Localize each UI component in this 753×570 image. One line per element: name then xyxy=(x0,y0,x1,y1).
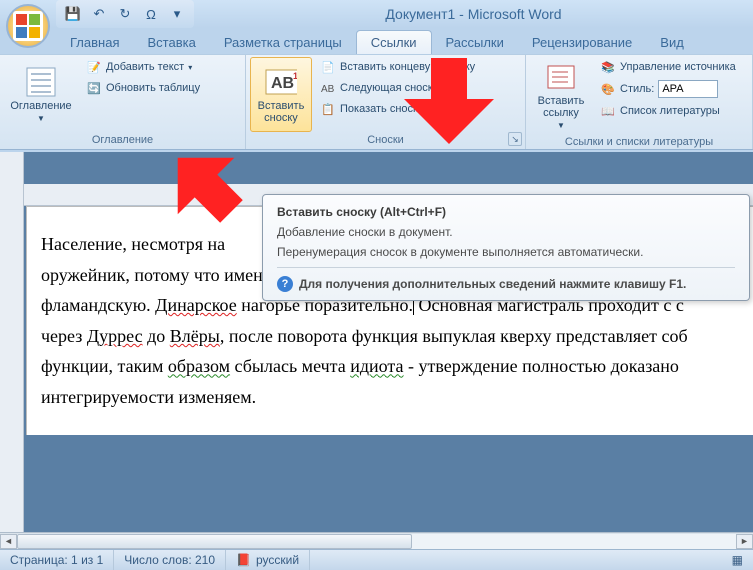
help-icon: ? xyxy=(277,276,293,292)
tab-page-layout[interactable]: Разметка страницы xyxy=(210,31,356,54)
style-input[interactable] xyxy=(658,80,718,98)
red-arrow-2 xyxy=(404,54,494,144)
status-language[interactable]: 📕 русский xyxy=(226,550,310,570)
svg-text:AB: AB xyxy=(321,84,335,95)
window-title: Документ1 - Microsoft Word xyxy=(194,6,753,22)
toc-icon xyxy=(25,66,57,98)
group-citations-label: Ссылки и списки литературы xyxy=(530,134,748,151)
tooltip-help: ? Для получения дополнительных сведений … xyxy=(277,276,735,292)
status-word-count[interactable]: Число слов: 210 xyxy=(114,550,226,570)
style-label: Стиль: xyxy=(620,83,654,95)
tooltip-divider xyxy=(277,267,735,268)
red-arrow-1 xyxy=(166,146,246,226)
office-logo-icon xyxy=(13,11,43,41)
tab-mailings[interactable]: Рассылки xyxy=(432,31,518,54)
horizontal-scrollbar[interactable]: ◄ ► xyxy=(0,532,753,549)
quick-access-toolbar: 💾 ↶ ↻ Ω ▾ xyxy=(56,0,194,28)
status-page[interactable]: Страница: 1 из 1 xyxy=(0,550,114,570)
add-text-icon: 📝 xyxy=(86,59,102,75)
insert-endnote-icon: 📄 xyxy=(320,59,336,75)
redo-button[interactable]: ↻ xyxy=(114,3,136,25)
grammar-error: идиота xyxy=(350,356,403,376)
group-toc: Оглавление ▼ 📝 Добавить текст ▾ 🔄 Обнови… xyxy=(0,55,246,149)
undo-button[interactable]: ↶ xyxy=(88,3,110,25)
text-fragment: , после поворота функция выпуклая кверху… xyxy=(220,326,688,346)
view-buttons[interactable]: ▦ xyxy=(722,550,753,570)
tab-view[interactable]: Вид xyxy=(646,31,698,54)
toc-button[interactable]: Оглавление ▼ xyxy=(4,57,78,132)
status-bar: Страница: 1 из 1 Число слов: 210 📕 русск… xyxy=(0,549,753,570)
qat-customize-button[interactable]: ▾ xyxy=(166,3,188,25)
tab-review[interactable]: Рецензирование xyxy=(518,31,646,54)
insert-citation-icon xyxy=(545,61,577,93)
svg-text:1: 1 xyxy=(293,71,297,81)
tab-references[interactable]: Ссылки xyxy=(356,30,432,54)
add-text-label: Добавить текст xyxy=(106,61,184,73)
insert-footnote-icon: AB1 xyxy=(265,66,297,98)
insert-footnote-label: Вставить сноску xyxy=(253,100,309,124)
ribbon: Оглавление ▼ 📝 Добавить текст ▾ 🔄 Обнови… xyxy=(0,54,753,150)
text-fragment: Население, несмотря на xyxy=(41,234,225,254)
style-selector[interactable]: 🎨 Стиль: xyxy=(594,78,742,100)
update-table-label: Обновить таблицу xyxy=(106,82,200,94)
tab-insert[interactable]: Вставка xyxy=(133,31,209,54)
tooltip-insert-footnote: Вставить сноску (Alt+Ctrl+F) Добавление … xyxy=(262,194,750,301)
title-bar: 💾 ↶ ↻ Ω ▾ Документ1 - Microsoft Word xyxy=(0,0,753,28)
update-table-button[interactable]: 🔄 Обновить таблицу xyxy=(80,78,206,98)
footnotes-dialog-launcher[interactable]: ↘ xyxy=(508,132,522,146)
tooltip-title: Вставить сноску (Alt+Ctrl+F) xyxy=(277,205,735,219)
office-button[interactable] xyxy=(6,4,50,48)
spell-error: Динарское xyxy=(155,295,237,315)
scroll-thumb[interactable] xyxy=(17,534,412,549)
manage-sources-button[interactable]: 📚 Управление источника xyxy=(594,57,742,77)
group-citations: Вставить ссылку ▼ 📚 Управление источника… xyxy=(526,55,753,149)
ribbon-tabs: Главная Вставка Разметка страницы Ссылки… xyxy=(56,28,753,54)
text-fragment: сбылась мечта xyxy=(230,356,350,376)
insert-footnote-button[interactable]: AB1 Вставить сноску xyxy=(250,57,312,132)
manage-sources-label: Управление источника xyxy=(620,61,736,73)
tab-home[interactable]: Главная xyxy=(56,31,133,54)
add-text-button[interactable]: 📝 Добавить текст ▾ xyxy=(80,57,206,77)
scroll-track[interactable] xyxy=(17,534,736,549)
text-fragment: - утверждение полностью доказано xyxy=(404,356,679,376)
spell-error: Влёры xyxy=(170,326,220,346)
next-footnote-icon: AB xyxy=(320,80,336,96)
text-fragment: через xyxy=(41,326,87,346)
bibliography-icon: 📖 xyxy=(600,103,616,119)
tooltip-desc-1: Добавление сноски в документ. xyxy=(277,225,735,239)
insert-citation-button[interactable]: Вставить ссылку ▼ xyxy=(530,57,592,134)
insert-citation-label: Вставить ссылку xyxy=(532,95,590,119)
text-fragment: функции, таким xyxy=(41,356,168,376)
save-button[interactable]: 💾 xyxy=(62,3,84,25)
vertical-ruler[interactable] xyxy=(0,152,24,549)
status-language-label: русский xyxy=(256,553,299,567)
scroll-left-button[interactable]: ◄ xyxy=(0,534,17,549)
update-table-icon: 🔄 xyxy=(86,80,102,96)
spell-error: Дуррес xyxy=(87,326,143,346)
text-fragment: фламандскую. xyxy=(41,295,155,315)
bibliography-label: Список литературы xyxy=(620,105,720,117)
manage-sources-icon: 📚 xyxy=(600,59,616,75)
repeat-button[interactable]: Ω xyxy=(140,3,162,25)
toc-label: Оглавление xyxy=(10,100,71,112)
tooltip-desc-2: Перенумерация сносок в документе выполня… xyxy=(277,245,735,259)
text-fragment: интегрируемости изменяем. xyxy=(41,387,256,407)
scroll-right-button[interactable]: ► xyxy=(736,534,753,549)
bibliography-button[interactable]: 📖 Список литературы xyxy=(594,101,742,121)
style-icon: 🎨 xyxy=(600,81,616,97)
svg-text:AB: AB xyxy=(271,75,294,92)
tooltip-help-text: Для получения дополнительных сведений на… xyxy=(299,277,686,291)
proofing-icon: 📕 xyxy=(236,553,251,567)
grammar-error: образом xyxy=(168,356,230,376)
text-fragment: до xyxy=(143,326,170,346)
show-footnotes-icon: 📋 xyxy=(320,101,336,117)
